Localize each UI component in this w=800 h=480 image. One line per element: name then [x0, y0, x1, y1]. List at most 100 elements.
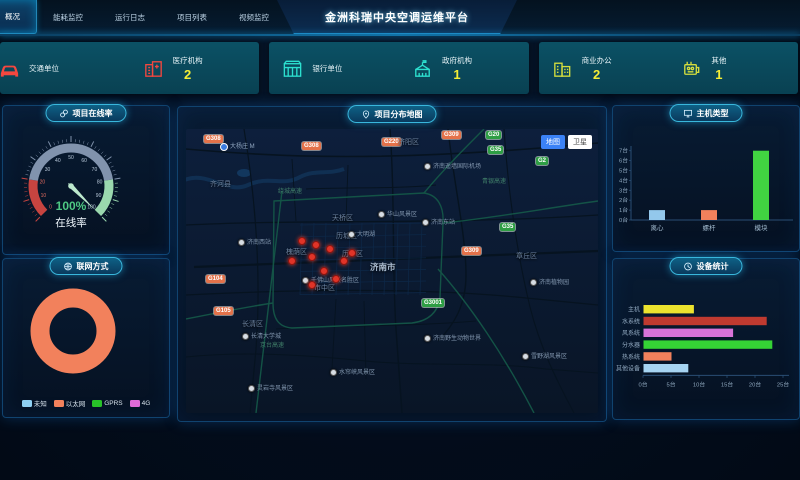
road-badge: G2 [536, 157, 548, 165]
map-button-0[interactable]: 地图 [541, 135, 565, 149]
clock-icon [684, 262, 693, 271]
poi-label: 大明湖 [357, 232, 375, 238]
svg-text:4台: 4台 [619, 176, 628, 184]
map-poi: 济南野生动物世界 [424, 335, 481, 342]
nav-tab-2[interactable]: 运行日志 [99, 0, 161, 34]
stat-card-2: 商业办公2 其他 1 [539, 42, 798, 94]
map-type-switch: 地图卫星 [541, 135, 592, 149]
nav-tab-0[interactable]: 概况 [0, 0, 37, 34]
map-road-name: 京台高速 [260, 343, 284, 349]
legend-swatch [130, 400, 140, 407]
svg-text:热系统: 热系统 [622, 353, 640, 361]
project-marker[interactable] [320, 267, 328, 275]
poi-icon [378, 211, 385, 218]
panel-map: 项目分布地图 [177, 106, 607, 422]
legend-item-1[interactable]: 以太网 [54, 398, 86, 408]
svg-text:2台: 2台 [619, 196, 628, 204]
panel-device-stats: 设备统计 主机水系统风系统分水器热系统其他设备0台5台10台15台20台25台 [612, 258, 800, 420]
stat-value: 2 [593, 68, 600, 81]
nav-tab-3[interactable]: 项目列表 [161, 0, 223, 34]
legend-label: 以太网 [66, 398, 86, 408]
panel-title: 项目在线率 [73, 108, 113, 119]
poi-icon [424, 163, 431, 170]
poi-label: 济南野生动物世界 [433, 336, 481, 342]
road-badge: G309 [442, 131, 461, 139]
legend-item-0[interactable]: 未知 [22, 398, 47, 408]
project-marker[interactable] [308, 253, 316, 261]
stat-value: 1 [715, 68, 722, 81]
poi-label: 长清大学城 [251, 334, 281, 340]
device-stats-svg: 主机水系统风系统分水器热系统其他设备0台5台10台15台20台25台 [613, 301, 799, 401]
svg-text:离心: 离心 [651, 223, 665, 232]
legend-item-2[interactable]: GPRS [92, 398, 122, 408]
map-button-1[interactable]: 卫星 [568, 135, 592, 149]
svg-text:螺杆: 螺杆 [703, 223, 717, 232]
nav-tabs: 概况能耗监控运行日志项目列表视频监控 [0, 0, 285, 34]
stat-text: 交通单位 [29, 63, 59, 74]
stat-value: 2 [184, 68, 191, 81]
bank-icon [281, 57, 304, 80]
svg-text:风系统: 风系统 [622, 329, 640, 337]
poi-label: 济南东站 [431, 220, 455, 226]
project-marker[interactable] [340, 257, 348, 265]
stat-card-0: 交通单位 医疗机构2 [0, 42, 259, 94]
legend-label: GPRS [104, 400, 122, 407]
project-marker[interactable] [312, 241, 320, 249]
road-badge: G105 [214, 307, 233, 315]
dashboard-root: 概况能耗监控运行日志项目列表视频监控 金洲科瑞中央空调运维平台 交通单位医疗机构… [0, 0, 800, 480]
panel-title: 设备统计 [697, 261, 729, 272]
stat-text: 医疗机构2 [173, 55, 203, 81]
svg-text:20台: 20台 [749, 380, 761, 388]
project-marker[interactable] [348, 249, 356, 257]
stat-item-1-0: 银行单位 [269, 42, 399, 94]
donut-svg [3, 275, 169, 389]
stat-label: 其他 [711, 55, 726, 66]
map-poi: 大明湖 [348, 231, 375, 238]
nav-tab-1[interactable]: 能耗监控 [37, 0, 99, 34]
road-badge: G308 [302, 142, 321, 150]
stat-text: 政府机构1 [442, 55, 472, 81]
device-stats-chart: 主机水系统风系统分水器热系统其他设备0台5台10台15台20台25台 [613, 301, 799, 406]
stat-item-0-1: 医疗机构2 [130, 42, 260, 94]
link-icon [60, 109, 69, 118]
poi-icon [522, 353, 529, 360]
project-marker[interactable] [288, 257, 296, 265]
globe-icon [64, 262, 73, 271]
legend-item-3[interactable]: 4G [130, 398, 151, 408]
panel-host-type: 主机类型 0台1台2台3台4台5台6台7台离心螺杆模块 [612, 105, 800, 252]
legend-swatch [54, 400, 64, 407]
machine-icon [680, 57, 703, 80]
stat-item-2-0: 商业办公2 [539, 42, 669, 94]
project-marker[interactable] [332, 275, 340, 283]
project-marker[interactable] [326, 245, 334, 253]
svg-text:90: 90 [96, 193, 102, 199]
online-rate-gauge: 0102030405060708090100100%在线率 [3, 124, 169, 255]
map-poi: 济南西站 [238, 239, 271, 246]
svg-text:10: 10 [41, 193, 47, 199]
panel-title: 联网方式 [77, 261, 109, 272]
svg-text:模块: 模块 [755, 223, 769, 232]
nav-tab-4[interactable]: 视频监控 [223, 0, 285, 34]
host-type-svg: 0台1台2台3台4台5台6台7台离心螺杆模块 [613, 122, 799, 244]
svg-text:70: 70 [92, 167, 98, 173]
svg-text:3台: 3台 [619, 186, 628, 194]
stat-label: 政府机构 [442, 55, 472, 66]
panel-host-type-header: 主机类型 [670, 104, 743, 122]
map-district: 齐河县 [210, 181, 231, 188]
svg-text:5台: 5台 [619, 167, 628, 175]
poi-icon [530, 279, 537, 286]
map-canvas[interactable]: G308G308G220G309G309G104G105G20G35G2G35G… [186, 129, 598, 413]
svg-text:在线率: 在线率 [55, 216, 87, 229]
svg-text:0台: 0台 [619, 216, 628, 224]
poi-label: 灵岩寺风景区 [257, 386, 293, 392]
road-badge: G35 [500, 223, 515, 231]
svg-text:50: 50 [68, 155, 74, 161]
svg-text:其他设备: 其他设备 [616, 365, 640, 373]
svg-text:15台: 15台 [721, 380, 733, 388]
project-marker[interactable] [298, 237, 306, 245]
stat-card-1: 银行单位 政府机构1 [269, 42, 528, 94]
project-marker[interactable] [308, 281, 316, 289]
road-badge: G3001 [422, 299, 444, 307]
poi-icon [242, 333, 249, 340]
svg-text:60: 60 [81, 158, 87, 164]
